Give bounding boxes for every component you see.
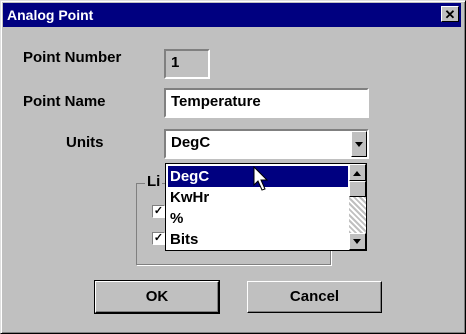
- scroll-thumb[interactable]: [349, 181, 366, 197]
- close-button[interactable]: ✕: [441, 6, 459, 22]
- point-number-label: Point Number: [23, 49, 122, 66]
- point-number-value: 1: [171, 54, 180, 71]
- units-option-bits[interactable]: Bits: [168, 229, 348, 250]
- point-number-field: 1: [164, 49, 210, 79]
- units-label: Units: [66, 134, 104, 151]
- analog-point-dialog: Analog Point ✕ Point Number 1 Point Name…: [0, 0, 466, 334]
- limits-checkbox-2[interactable]: ✓: [152, 232, 165, 245]
- scroll-down-button[interactable]: [349, 233, 366, 250]
- title-bar[interactable]: Analog Point ✕: [3, 3, 461, 27]
- chevron-down-icon: [355, 142, 363, 147]
- mouse-pointer-icon: [253, 166, 269, 191]
- point-name-input[interactable]: Temperature: [164, 88, 369, 118]
- units-select[interactable]: DegC: [164, 129, 369, 159]
- arrow-up-icon: [353, 171, 361, 176]
- checkmark-icon: ✓: [153, 205, 164, 217]
- checkmark-icon: ✓: [153, 232, 164, 244]
- dropdown-scrollbar[interactable]: [349, 164, 366, 250]
- cancel-button[interactable]: Cancel: [247, 281, 382, 313]
- close-icon: ✕: [444, 7, 456, 22]
- ok-button[interactable]: OK: [94, 280, 220, 314]
- limits-group-legend: Li: [145, 173, 163, 191]
- scroll-up-button[interactable]: [349, 164, 366, 181]
- limits-checkbox-1[interactable]: ✓: [152, 205, 165, 218]
- window-title: Analog Point: [7, 7, 94, 23]
- point-name-value: Temperature: [171, 93, 261, 110]
- arrow-down-icon: [353, 239, 361, 244]
- units-dropdown-button[interactable]: [351, 131, 367, 157]
- units-selected-value: DegC: [171, 134, 211, 151]
- point-name-label: Point Name: [23, 93, 106, 110]
- units-option-percent[interactable]: %: [168, 208, 348, 229]
